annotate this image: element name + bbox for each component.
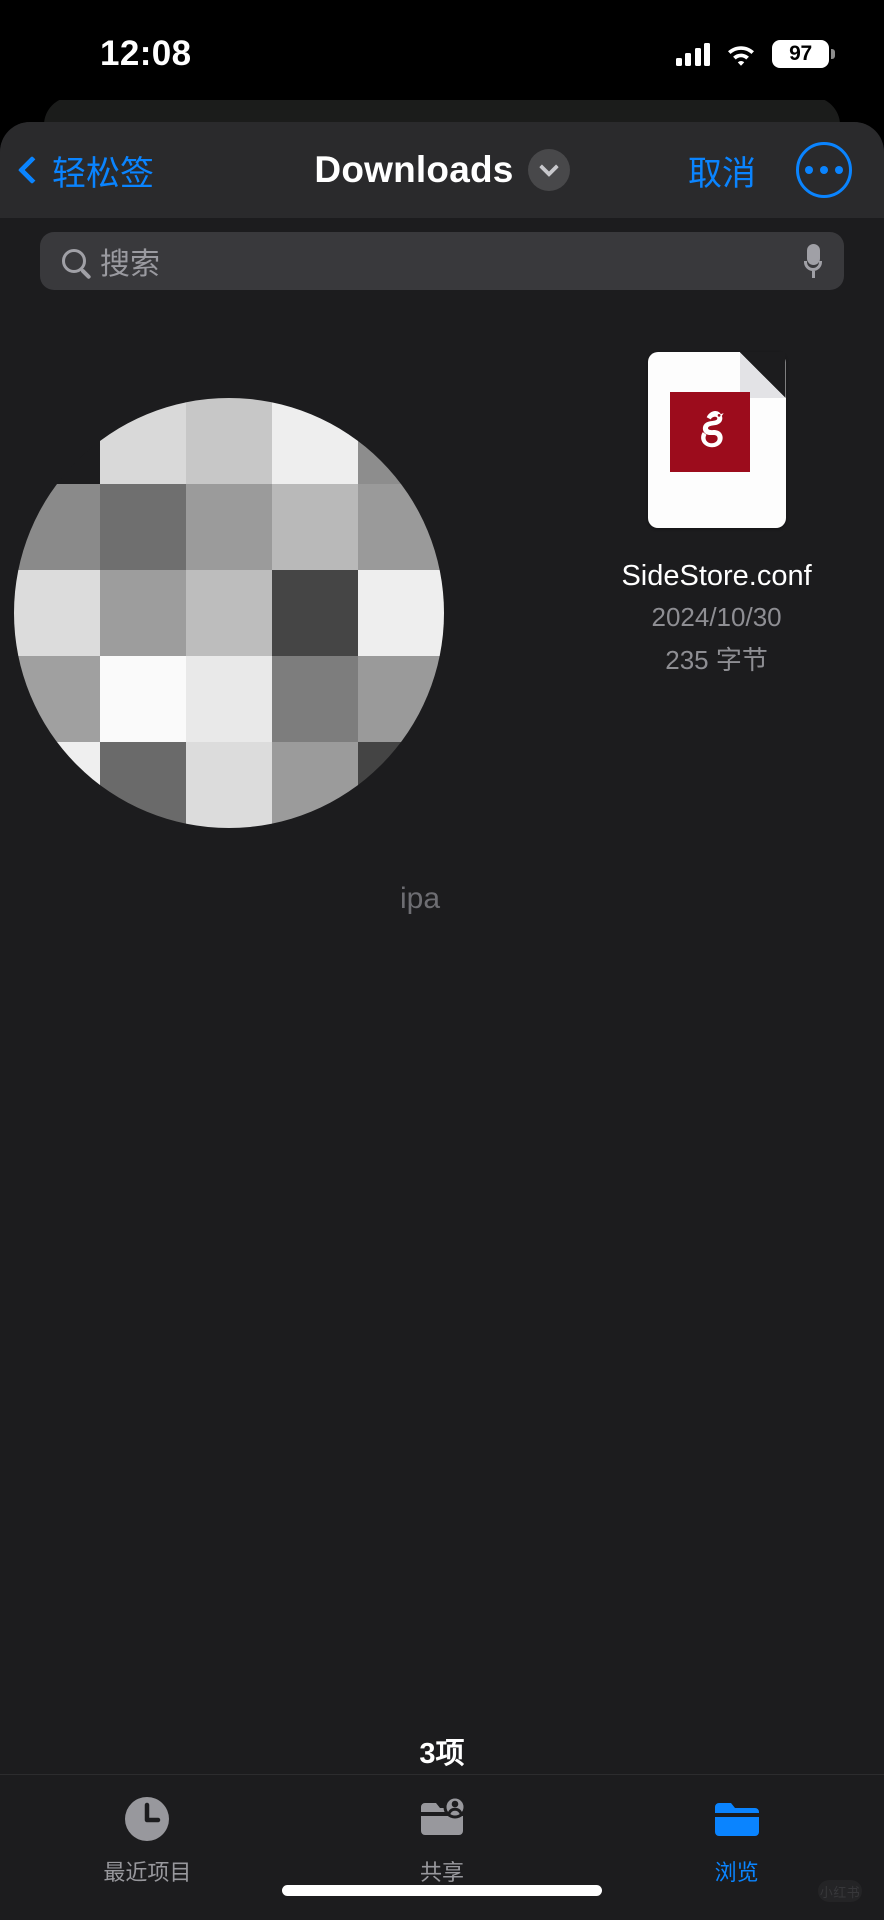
search-placeholder: 搜索 <box>100 248 160 281</box>
item-count-label: 3项 <box>419 1738 465 1770</box>
home-indicator <box>282 1885 602 1896</box>
clock-icon <box>125 1797 170 1841</box>
document-file-icon <box>647 352 786 528</box>
search-icon <box>62 249 86 273</box>
tab-shared[interactable]: 共享 <box>295 1775 590 1920</box>
cancel-button[interactable]: 取消 <box>688 146 756 195</box>
back-button[interactable]: 轻松签 <box>17 146 154 195</box>
mosaic-tile <box>186 484 272 570</box>
mosaic-tile <box>100 570 186 656</box>
tab-browse-label: 浏览 <box>714 1860 759 1885</box>
back-button-label: 轻松签 <box>52 154 154 193</box>
mosaic-tile <box>14 570 100 656</box>
folder-icon <box>714 1803 759 1836</box>
mosaic-tile <box>100 742 186 828</box>
mosaic-tile <box>100 484 186 570</box>
file-item-sidestore-conf[interactable]: SideStore.conf 2024/10/30 235 字节 <box>579 336 854 677</box>
mosaic-tile <box>100 656 186 742</box>
watermark-badge: 小红书 <box>818 1880 862 1902</box>
mosaic-tile <box>272 742 358 828</box>
status-bar: 12:08 97 <box>0 0 884 100</box>
chevron-left-icon <box>17 155 47 185</box>
file-size-label: 235 字节 <box>665 645 768 675</box>
wifi-icon <box>726 43 756 66</box>
battery-icon: 97 <box>772 40 835 68</box>
file-thumbnail <box>629 336 805 544</box>
status-bar-indicators: 97 <box>675 40 835 68</box>
page-title: Downloads <box>314 149 514 190</box>
search-input[interactable]: 搜索 <box>40 232 844 290</box>
mosaic-tile <box>186 742 272 828</box>
redacted-file-name-fragment: ipa <box>400 882 441 915</box>
microphone-icon[interactable] <box>804 244 822 278</box>
search-container: 搜索 <box>0 218 884 290</box>
chevron-down-icon[interactable] <box>527 149 570 191</box>
file-date-label: 2024/10/30 <box>651 602 782 632</box>
sidestore-badge-icon <box>669 392 750 472</box>
tab-recents-label: 最近项目 <box>103 1860 192 1885</box>
navigation-bar: 轻松签 Downloads 取消 <box>0 122 884 218</box>
tab-bar: 最近项目 共享 浏览 <box>0 1774 884 1920</box>
tab-shared-label: 共享 <box>420 1860 465 1885</box>
mosaic-tile <box>272 484 358 570</box>
mosaic-tile <box>358 570 444 656</box>
file-grid-container: ipa SideStore.conf 2024/10/30 235 字节 <box>0 290 884 1590</box>
battery-percent-label: 97 <box>789 42 812 65</box>
mosaic-tile <box>358 656 444 742</box>
mosaic-tile <box>14 742 100 828</box>
shared-folder-icon <box>421 1795 467 1835</box>
mosaic-tile <box>272 656 358 742</box>
mosaic-tile <box>358 742 444 828</box>
pixelated-redaction-overlay <box>14 398 444 828</box>
files-browser-sheet: 轻松签 Downloads 取消 搜索 ipa SideStore.conf 2… <box>0 122 884 1920</box>
cellular-signal-icon <box>675 42 710 66</box>
mosaic-tile <box>272 570 358 656</box>
mosaic-tile <box>186 570 272 656</box>
mosaic-tile <box>14 656 100 742</box>
mosaic-tile <box>186 398 272 484</box>
file-name-label: SideStore.conf <box>621 560 812 592</box>
tab-recents[interactable]: 最近项目 <box>0 1775 295 1920</box>
chevron-down-glyph <box>538 157 559 178</box>
status-bar-time: 12:08 <box>100 34 192 73</box>
mosaic-tile <box>186 656 272 742</box>
ellipsis-circle-icon[interactable] <box>796 142 852 198</box>
